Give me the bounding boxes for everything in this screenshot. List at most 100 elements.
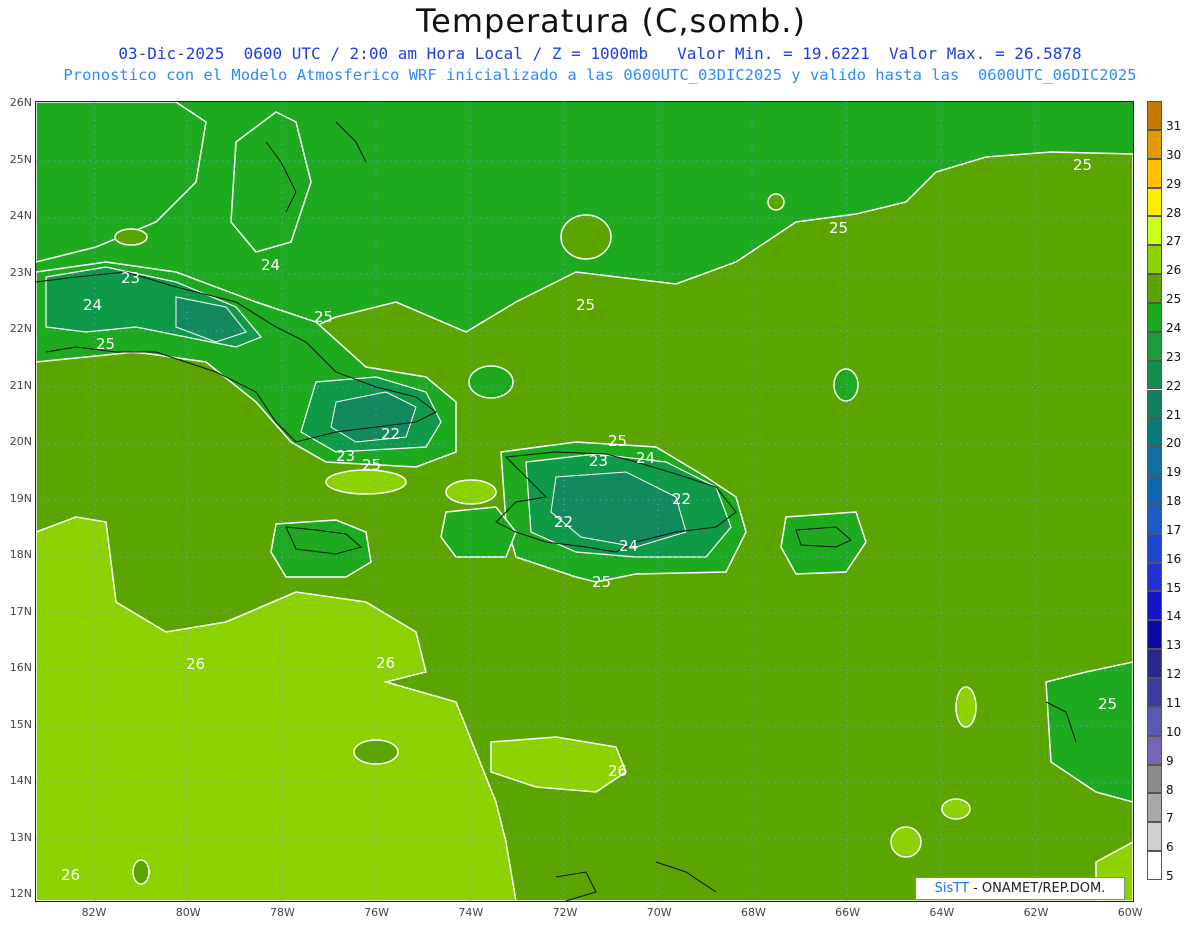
lat-label: 20N xyxy=(9,435,32,448)
colorbar-swatch xyxy=(1147,533,1162,563)
lon-label: 70W xyxy=(646,906,672,919)
colorbar-swatch xyxy=(1147,735,1162,765)
lat-label: 12N xyxy=(9,887,32,900)
colorbar-swatch xyxy=(1147,649,1162,678)
colorbar-swatch xyxy=(1147,389,1162,419)
contour-label: 22 xyxy=(554,513,573,531)
colorbar-swatch xyxy=(1147,764,1162,794)
colorbar-swatch xyxy=(1147,706,1162,736)
contour-label: 26 xyxy=(608,762,627,780)
contour-label: 25 xyxy=(1098,695,1117,713)
lat-label: 17N xyxy=(9,604,32,618)
lat-label: 21N xyxy=(9,378,32,392)
colorbar-swatch xyxy=(1147,302,1162,332)
colorbar-swatch xyxy=(1147,851,1162,880)
field-25-blob xyxy=(560,214,612,260)
contour-label: 25 xyxy=(1073,156,1092,174)
contour-label: 24 xyxy=(261,256,280,274)
colorbar-label: 29 xyxy=(1166,176,1182,191)
colorbar-swatch xyxy=(1147,678,1162,707)
contour-label: 25 xyxy=(314,308,333,326)
credit-text: - ONAMET/REP.DOM. xyxy=(968,881,1106,896)
temperature-field: 24232425252525252223 252523 242222242526 26… xyxy=(36,102,1133,901)
field-25-blob xyxy=(767,193,785,211)
lat-label: 24N xyxy=(9,209,32,222)
contour-label: 26 xyxy=(376,654,395,672)
colorbar-label: 9 xyxy=(1166,753,1174,768)
colorbar-label: 21 xyxy=(1166,407,1182,422)
colorbar-label: 10 xyxy=(1166,724,1182,739)
colorbar-label: 22 xyxy=(1166,378,1182,393)
field-26-blob xyxy=(941,798,971,820)
contour-label: 23 xyxy=(336,447,355,465)
contour-label: 23 xyxy=(589,452,608,470)
contour-label: 26 xyxy=(61,866,80,884)
contour-label: 25 xyxy=(576,296,595,314)
field-26-blob xyxy=(445,479,497,505)
colorbar-label: 24 xyxy=(1166,320,1182,335)
colorbar-label: 13 xyxy=(1166,638,1182,653)
lat-label: 25N xyxy=(9,152,32,166)
field-24-blob xyxy=(833,368,859,402)
lon-label: 76W xyxy=(364,906,390,919)
colorbar-label: 28 xyxy=(1166,205,1182,220)
lat-label: 18N xyxy=(9,548,32,561)
field-25-blob xyxy=(114,228,148,246)
field-26-blob xyxy=(955,686,977,728)
colorbar-label: 11 xyxy=(1166,696,1182,710)
colorbar-label: 20 xyxy=(1166,436,1182,451)
colorbar-swatch xyxy=(1147,591,1162,621)
colorbar-swatch xyxy=(1147,158,1162,188)
contour-label: 24 xyxy=(83,296,102,314)
field-24-blob xyxy=(468,365,514,399)
lat-label: 23N xyxy=(9,265,32,279)
colorbar-label: 7 xyxy=(1166,811,1174,826)
colorbar-swatch xyxy=(1147,504,1162,534)
colorbar-label: 19 xyxy=(1166,465,1182,480)
colorbar-swatch xyxy=(1147,101,1162,130)
map-subtitle-model: Pronostico con el Modelo Atmosferico WRF… xyxy=(63,66,1137,84)
temperature-map: 24 23 24 25 25 25 25 25 22 23 25 25 23 24 22 22 24 25 26 26… xyxy=(35,101,1134,902)
colorbar-swatch xyxy=(1147,360,1162,390)
lon-label: 60W xyxy=(1117,906,1143,919)
colorbar-label: 6 xyxy=(1166,840,1174,855)
lon-label: 80W xyxy=(175,906,201,919)
contour-label: 24 xyxy=(619,537,638,555)
contour-label: 22 xyxy=(672,490,691,508)
field-25-blob xyxy=(132,859,150,885)
lat-label: 16N xyxy=(9,661,32,674)
colorbar-swatch xyxy=(1147,620,1162,650)
contour-label: 25 xyxy=(829,219,848,237)
lon-label: 62W xyxy=(1023,906,1049,919)
lat-label: 26N xyxy=(9,96,32,109)
colorbar-swatch xyxy=(1147,447,1162,477)
lon-label: 64W xyxy=(929,906,955,919)
colorbar-label: 18 xyxy=(1166,494,1182,509)
colorbar-label: 14 xyxy=(1166,609,1182,624)
colorbar-label: 16 xyxy=(1166,551,1182,566)
colorbar-swatch xyxy=(1147,245,1162,275)
map-title: Temperatura (C,somb.) xyxy=(416,2,806,40)
colorbar-swatch xyxy=(1147,476,1162,505)
contour-label: 25 xyxy=(362,456,381,474)
contour-label: 26 xyxy=(186,655,205,673)
contour-label: 25 xyxy=(592,573,611,591)
lat-label: 22N xyxy=(9,322,32,335)
colorbar-swatch xyxy=(1147,216,1162,246)
colorbar-label: 8 xyxy=(1166,782,1174,797)
colorbar-swatch xyxy=(1147,129,1162,159)
credit-box: SisTT - ONAMET/REP.DOM. xyxy=(915,877,1125,900)
lon-label: 82W xyxy=(81,906,107,919)
colorbar-swatch xyxy=(1147,418,1162,448)
colorbar-label: 15 xyxy=(1166,580,1182,595)
lat-label: 15N xyxy=(9,717,32,731)
colorbar-swatch xyxy=(1147,793,1162,823)
map-subtitle-date: 03-Dic-2025 0600 UTC / 2:00 am Hora Loca… xyxy=(118,44,1082,63)
colorbar-swatch xyxy=(1147,562,1162,592)
lat-label: 14N xyxy=(9,774,32,787)
lon-label: 72W xyxy=(552,906,578,919)
colorbar-swatch xyxy=(1147,331,1162,361)
lon-label: 66W xyxy=(835,906,861,919)
colorbar-label: 23 xyxy=(1166,349,1182,364)
colorbar-label: 5 xyxy=(1166,869,1174,884)
